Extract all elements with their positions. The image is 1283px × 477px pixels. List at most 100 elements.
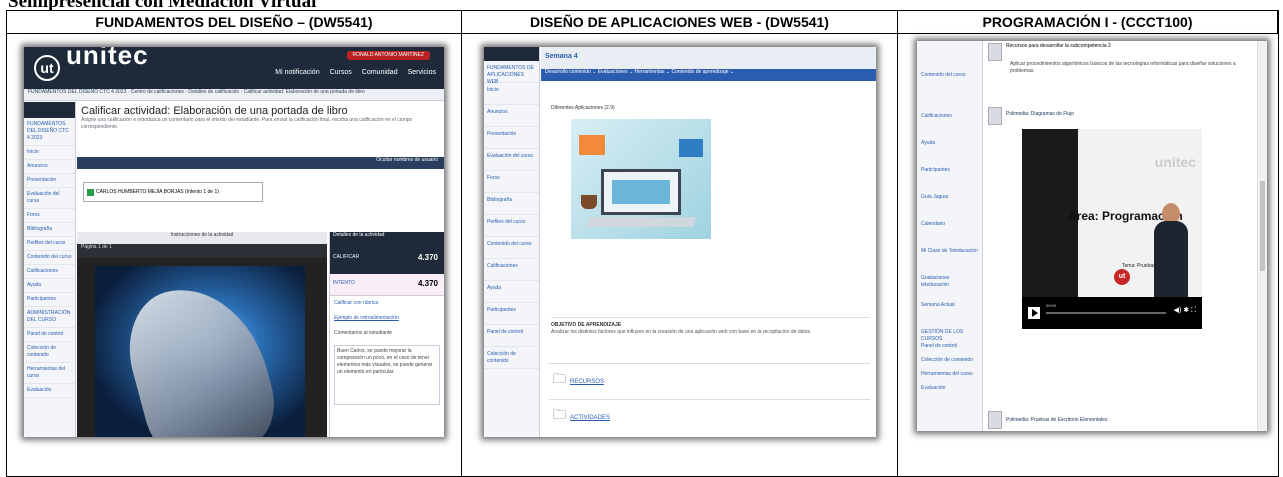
panel-header[interactable]: Detalles de la actividad [330, 232, 444, 244]
sidebar-item[interactable]: Calificaciones [24, 265, 75, 279]
column-header-aplicaciones-web: DISEÑO DE APLICACIONES WEB - (DW5541) [462, 11, 898, 34]
learning-objective: OBJETIVO DE APRENDIZAJE Analizar los dis… [551, 317, 870, 355]
video-settings-icons[interactable]: ◀) ✱ ⛶ [1174, 307, 1196, 314]
page-title: Calificar actividad: Elaboración de una … [81, 105, 348, 117]
coffee-cup-icon [581, 195, 597, 209]
sidebar-item[interactable]: Semana Actual [917, 299, 982, 326]
video-item-title[interactable]: Polimedia: Diagramas de Flujo [1006, 111, 1074, 118]
objective-text: Analizar los distintos factores que infl… [551, 329, 812, 335]
sidebar-item[interactable]: Calificaciones [484, 259, 539, 281]
sidebar-item[interactable]: Calificaciones [917, 110, 982, 137]
page-title: Semana 4 [541, 47, 876, 69]
sidebar-item[interactable]: Anuncios [484, 105, 539, 127]
course-sidebar: FUNDAMENTOS DEL DISEÑO CTC 4 2023 Inicio… [24, 102, 76, 437]
status-icon [87, 189, 94, 196]
nav-servicios[interactable]: Servicios [408, 69, 436, 76]
sidebar-item[interactable]: Guía Jaguar [917, 191, 982, 218]
sidebar-item[interactable]: Ayuda [917, 137, 982, 164]
grading-panel: Detalles de la actividad CALIFICAR 4.370… [329, 232, 444, 437]
sidebar-item[interactable]: Inicio [24, 146, 75, 160]
sidebar-item[interactable]: Herramientas del curso [917, 368, 982, 382]
sidebar-item[interactable]: Colección de contenido [24, 342, 75, 363]
folder-actividades[interactable]: ACTIVIDADES [553, 411, 610, 422]
unitec-logo-icon: ut [34, 55, 60, 81]
sidebar-item[interactable]: Participantes [484, 303, 539, 325]
presenter-figure [1154, 221, 1188, 297]
student-name: CARLOS HUMBERTO MEJÍA BORJAS (Intento 1 … [96, 189, 219, 195]
sidebar-item[interactable]: Contenido del curso [24, 251, 75, 265]
sidebar-item[interactable]: Evaluación [24, 384, 75, 398]
sidebar-item[interactable]: Participantes [917, 164, 982, 191]
grading-main: Calificar actividad: Elaboración de una … [77, 102, 444, 437]
sidebar-item[interactable]: Colección de contenido [917, 354, 982, 368]
feedback-example-link[interactable]: Ejemplo de retroalimentación [330, 311, 444, 326]
course-sidebar: Contenido del curso Calificaciones Ayuda… [917, 41, 983, 431]
user-menu[interactable]: RONALD ANTONIO MARTÍNEZ [346, 51, 430, 60]
sidebar-item[interactable]: Panel de control [24, 328, 75, 342]
sidebar-item[interactable]: Calendario [917, 218, 982, 245]
cell-fundamentos: ut unitec RONALD ANTONIO MARTÍNEZ Mi not… [7, 34, 462, 476]
sidebar-item[interactable]: Mi Clase de Teleducación [917, 245, 982, 272]
page-description: Asigne una calificación e introduzca un … [81, 117, 413, 130]
sidebar-item[interactable]: Evaluación [917, 382, 982, 396]
sidebar-item[interactable]: Ayuda [24, 279, 75, 293]
sidebar-item[interactable]: Perfiles del curso [484, 215, 539, 237]
unitec-badge-icon: ut [1114, 269, 1130, 285]
sidebar-item[interactable]: Foros [484, 171, 539, 193]
sidebar-item[interactable]: Perfiles del curso [24, 237, 75, 251]
rubric-link[interactable]: Calificar con rúbrica [330, 296, 444, 311]
sidebar-item[interactable]: Presentación [484, 127, 539, 149]
sidebar-item[interactable]: FUNDAMENTOS DEL DISEÑO CTC 4 2023 [24, 118, 75, 146]
breadcrumb[interactable]: FUNDAMENTOS DEL DISEÑO CTC 4 2023 · Cent… [24, 89, 444, 101]
resources-title[interactable]: Recursos para desarrollar la subcompeten… [1006, 43, 1111, 50]
screenshot-video-content: Contenido del curso Calificaciones Ayuda… [917, 41, 1267, 431]
sidebar-item[interactable]: Presentación [24, 174, 75, 188]
viewer-toolbar[interactable]: Página 1 de 1 [77, 244, 327, 258]
sidebar-item[interactable]: Anuncios [24, 160, 75, 174]
video-progress[interactable] [1046, 312, 1166, 314]
column-header-programacion: PROGRAMACIÓN I - (CCCT100) [898, 11, 1278, 34]
folder-recursos[interactable]: RECURSOS [553, 375, 604, 386]
screenshot-week-content: FUNDAMENTOS DE APLICACIONES WEB Inicio A… [484, 47, 876, 437]
resources-description: Aplicar procedimientos algorítmicos bási… [1010, 61, 1236, 74]
sidebar-item[interactable]: Colección de contenido [484, 347, 539, 369]
nav-comunidad[interactable]: Comunidad [362, 69, 398, 76]
nav-cursos[interactable]: Cursos [330, 69, 352, 76]
hide-usernames-toggle[interactable]: Ocultar nombres de usuario [77, 157, 444, 169]
sidebar-item[interactable]: Evaluación del curso [24, 188, 75, 209]
nav-notificacion[interactable]: Mi notificación [275, 69, 319, 76]
watermark: unitec [1154, 154, 1196, 170]
sidebar-item[interactable]: Participantes [24, 293, 75, 307]
sidebar-item[interactable]: Evaluación del curso [484, 149, 539, 171]
sidebar-item[interactable]: Bibliografía [24, 223, 75, 237]
video-main: Recursos para desarrollar la subcompeten… [984, 41, 1257, 431]
content-item-title[interactable]: Diferentes Aplicaciones (2.9) [551, 105, 615, 112]
content-menu[interactable]: Desarrollo contenido ⌄ Evaluaciones ⌄ He… [541, 69, 876, 81]
sidebar-item[interactable]: Panel de control [917, 340, 982, 354]
sidebar-item[interactable]: Inicio [484, 83, 539, 105]
feedback-label: Comentarios al estudiante [334, 330, 393, 336]
document-icon [988, 43, 1002, 61]
sidebar-item[interactable]: Contenido del curso [484, 237, 539, 259]
grade-value: 4.370 [417, 253, 438, 262]
sidebar-item[interactable]: Ayuda [484, 281, 539, 303]
grade-summary: CALIFICAR 4.370 [330, 244, 444, 274]
scrollbar[interactable] [1257, 41, 1267, 431]
attempt-grade[interactable]: INTENTO 4.370 [330, 274, 444, 296]
feedback-textarea[interactable]: Buen Carlos, se puede mejorar la composi… [334, 345, 440, 405]
viewer-header[interactable]: Instrucciones de la actividad [77, 232, 327, 244]
video-controls: 00:00 ◀) ✱ ⛶ [1022, 297, 1202, 329]
sidebar-item[interactable]: Panel de control [484, 325, 539, 347]
play-button[interactable] [1028, 307, 1040, 319]
sidebar-item[interactable]: Herramientas del curso [24, 363, 75, 384]
video-file-icon [988, 107, 1002, 125]
video-player[interactable]: unitec Área: Programación Tema: Pruebas … [1012, 129, 1212, 339]
web-apps-illustration [571, 119, 711, 239]
sidebar-item[interactable]: Foros [24, 209, 75, 223]
sidebar-item[interactable]: FUNDAMENTOS DE APLICACIONES WEB [484, 61, 539, 85]
student-selector[interactable]: CARLOS HUMBERTO MEJÍA BORJAS (Intento 1 … [83, 182, 263, 202]
sidebar-item[interactable]: Bibliografía [484, 193, 539, 215]
next-video-title[interactable]: Polimedia: Pruebas de Escritorio Element… [1006, 417, 1107, 424]
sidebar-item[interactable]: Grabaciones teleducación [917, 272, 982, 299]
sidebar-item[interactable]: Contenido del curso [917, 69, 982, 96]
